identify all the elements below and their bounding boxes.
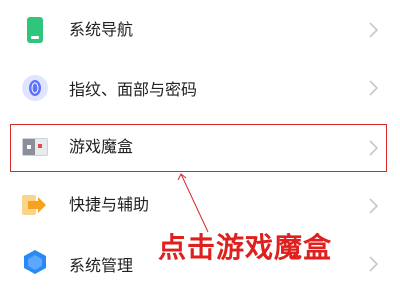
annotation-label: 点击游戏魔盒 (158, 231, 333, 264)
